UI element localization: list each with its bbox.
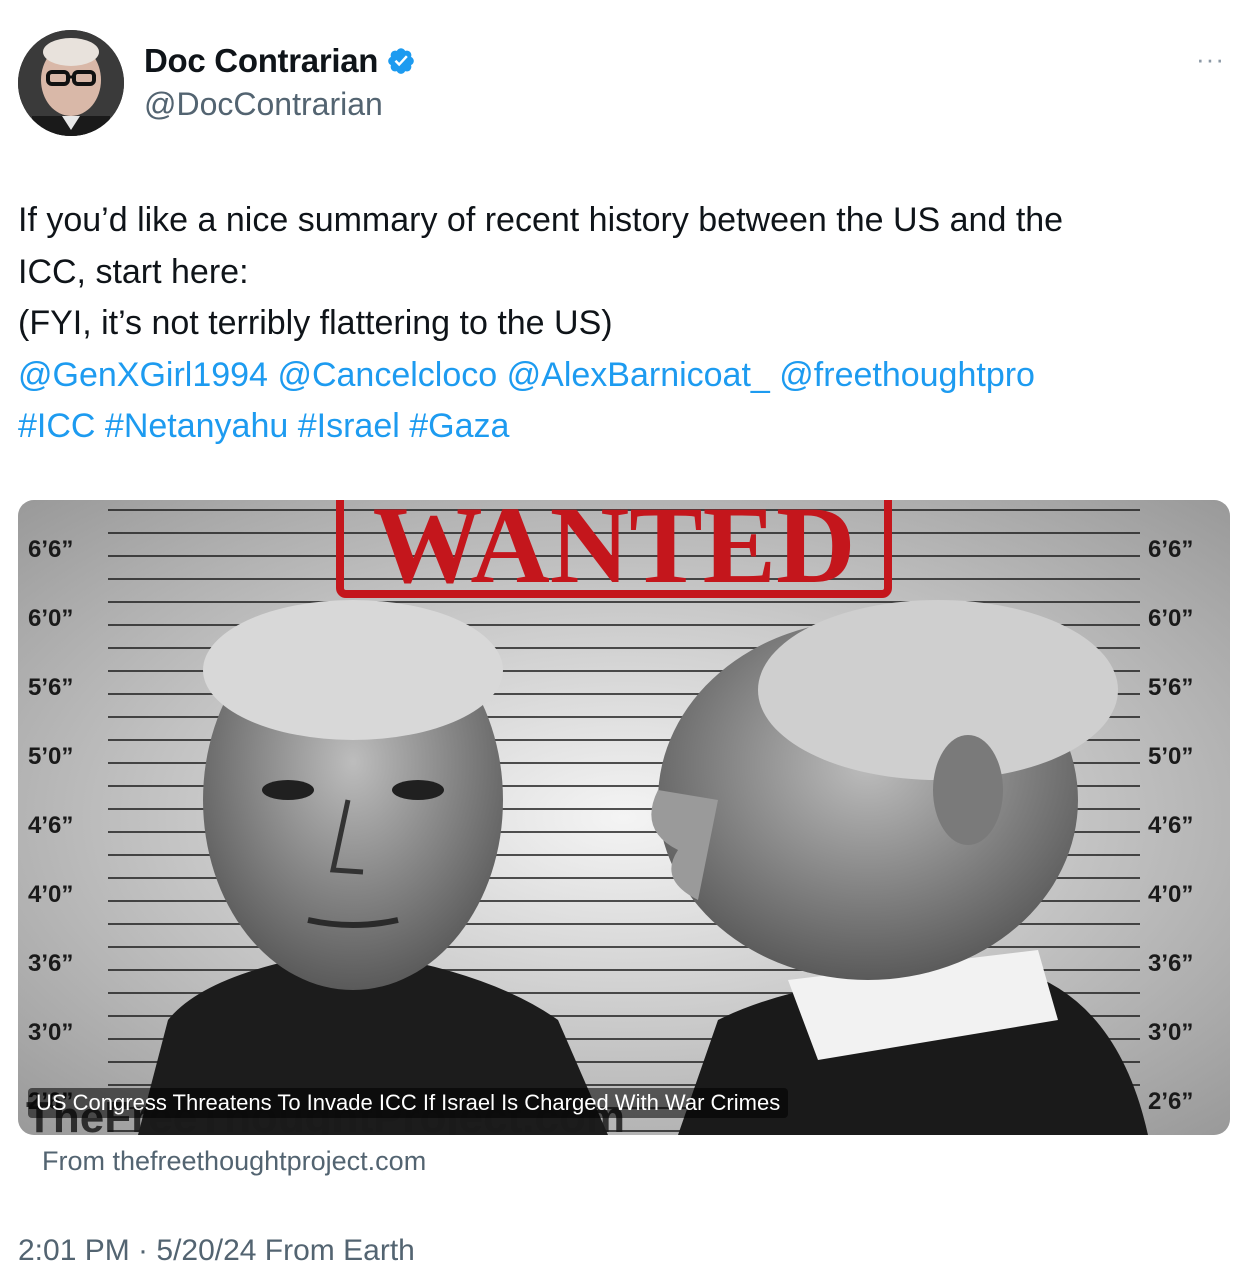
- tweet-line-1: If you’d like a nice summary of recent h…: [18, 201, 1064, 239]
- height-label-right: 4’6”: [1148, 812, 1193, 839]
- height-label-right: 3’6”: [1148, 950, 1193, 977]
- height-label-right: 4’0”: [1148, 881, 1193, 908]
- tweet-line-3: (FYI, it’s not terribly flattering to th…: [18, 304, 613, 342]
- tweet-text: If you’d like a nice summary of recent h…: [18, 195, 1218, 453]
- card-caption: US Congress Threatens To Invade ICC If I…: [28, 1088, 789, 1118]
- author-handle[interactable]: @DocContrarian: [144, 86, 383, 123]
- mention-link[interactable]: @GenXGirl1994: [18, 356, 268, 394]
- height-label-left: 6’6”: [28, 536, 73, 563]
- height-label-left: 4’6”: [28, 812, 73, 839]
- more-options-icon[interactable]: ···: [1196, 46, 1225, 72]
- mention-link[interactable]: @Cancelcloco: [277, 356, 497, 394]
- author-display-name[interactable]: Doc Contrarian: [144, 42, 416, 80]
- card-source[interactable]: From thefreethoughtproject.com: [42, 1146, 426, 1177]
- display-name-text: Doc Contrarian: [144, 42, 379, 79]
- card-image: 2’6”2’6”3’0”3’0”3’6”3’6”4’0”4’0”4’6”4’6”…: [18, 500, 1230, 1135]
- mentions-line: @GenXGirl1994 @Cancelcloco @AlexBarnicoa…: [18, 350, 1218, 402]
- height-label-right: 3’0”: [1148, 1019, 1193, 1046]
- hashtag-link[interactable]: #Israel: [298, 407, 400, 445]
- tweet-timestamp[interactable]: 2:01 PM · 5/20/24 From Earth: [18, 1234, 415, 1268]
- verified-badge-icon: [388, 48, 414, 74]
- wanted-stamp: WANTED: [336, 500, 892, 606]
- hashtag-link[interactable]: #Netanyahu: [105, 407, 288, 445]
- hashtags-line: #ICC #Netanyahu #Israel #Gaza: [18, 401, 1218, 453]
- height-label-left: 6’0”: [28, 605, 73, 632]
- hashtag-link[interactable]: #ICC: [18, 407, 95, 445]
- tweet-line-2: ICC, start here:: [18, 252, 249, 291]
- author-avatar[interactable]: [18, 30, 124, 136]
- svg-text:WANTED: WANTED: [373, 500, 856, 606]
- height-label-left: 4’0”: [28, 881, 73, 908]
- height-label-left: 5’0”: [28, 743, 73, 770]
- height-label-right: 6’6”: [1148, 536, 1193, 563]
- height-label-right: 5’6”: [1148, 674, 1193, 701]
- height-label-right: 6’0”: [1148, 605, 1193, 632]
- height-label-left: 5’6”: [28, 674, 73, 701]
- height-label-left: 3’6”: [28, 950, 73, 977]
- mention-link[interactable]: @AlexBarnicoat_: [507, 356, 770, 394]
- mention-link[interactable]: @freethoughtpro: [779, 356, 1035, 394]
- height-label-right: 5’0”: [1148, 743, 1193, 770]
- hashtag-link[interactable]: #Gaza: [409, 407, 509, 445]
- link-card[interactable]: 2’6”2’6”3’0”3’0”3’6”3’6”4’0”4’0”4’6”4’6”…: [18, 500, 1230, 1135]
- height-label-right: 2’6”: [1148, 1088, 1193, 1115]
- height-label-left: 3’0”: [28, 1019, 73, 1046]
